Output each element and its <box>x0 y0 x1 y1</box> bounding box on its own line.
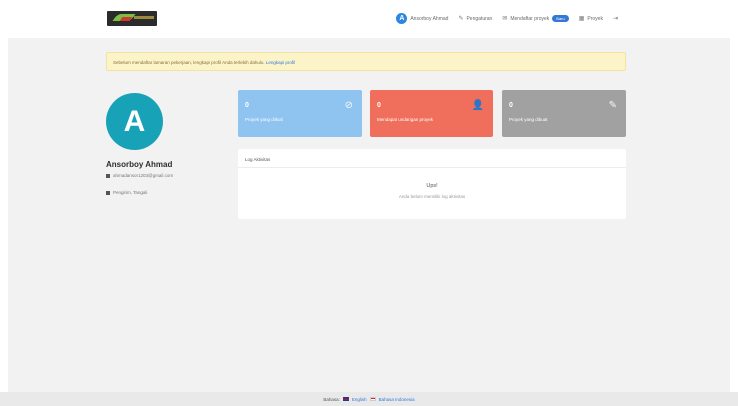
divider <box>238 167 626 168</box>
nav-profile-name: Ansorboy Ahmad <box>410 15 449 22</box>
profile-location: Pengirim, Tangali <box>113 190 148 195</box>
card-label: Proyek yang dibuat <box>509 117 548 122</box>
card-label: Mendapat undangan proyek <box>377 117 434 122</box>
activity-log-panel: Log Aktivitas Ups! Anda belum memiliki l… <box>238 149 626 219</box>
profile-email-line: ahmadansor1203@gmail.com <box>106 173 173 178</box>
activity-empty-message: Anda belum memiliki log aktivitas <box>398 194 466 199</box>
nav-avatar: A <box>396 13 408 24</box>
card-label: Proyek yang diikuti <box>245 117 283 122</box>
language-indonesia-link[interactable]: Bahasa Indonesia <box>379 397 415 402</box>
profile-email: ahmadansor1203@gmail.com <box>113 173 174 178</box>
nav-profile-link[interactable]: A Ansorboy Ahmad <box>396 13 448 24</box>
card-value: 0 <box>509 102 513 109</box>
nav-settings-label: Pengaturan <box>466 15 493 22</box>
indonesia-flag-icon <box>369 397 376 401</box>
profile-incomplete-alert: Sebelum mendaftar lamaran pekerjaan, len… <box>106 52 626 71</box>
nav-messages-label: Mendaftar proyek <box>510 15 550 22</box>
logo-wordmark <box>134 16 154 19</box>
user-add-icon: 👤 <box>471 100 484 111</box>
profile-location-line: Pengirim, Tangali <box>106 190 147 195</box>
card-projects-joined[interactable]: 0 Proyek yang diikuti ⊘ <box>238 90 362 137</box>
nav-messages-link[interactable]: ✉ Mendaftar proyek Baru <box>502 15 569 22</box>
edit-icon: ✎ <box>608 100 617 111</box>
sign-out-icon: ⇥ <box>612 16 618 22</box>
profile-name: Ansorboy Ahmad <box>106 160 173 169</box>
map-marker-icon <box>106 190 110 195</box>
alert-complete-profile-link[interactable]: Lengkapi profil <box>266 60 295 65</box>
activity-log-header: Log Aktivitas <box>245 157 271 162</box>
nav-projects-label: Proyek <box>587 15 603 22</box>
card-projects-created[interactable]: 0 Proyek yang dibuat ✎ <box>502 90 626 137</box>
card-project-invitations[interactable]: 0 Mendapat undangan proyek 👤 <box>370 90 493 137</box>
language-english-link[interactable]: English <box>352 397 367 402</box>
activity-empty-title: Ups! <box>426 183 438 189</box>
wrench-icon: ✎ <box>458 16 464 22</box>
top-navbar: A Ansorboy Ahmad ✎ Pengaturan ✉ Mendafta… <box>0 0 738 38</box>
nav-projects-link[interactable]: ▦ Proyek <box>578 15 603 23</box>
alert-text: Sebelum mendaftar lamaran pekerjaan, len… <box>113 60 265 65</box>
navbar-menu: A Ansorboy Ahmad ✎ Pengaturan ✉ Mendafta… <box>396 13 618 24</box>
nav-logout-link[interactable]: ⇥ <box>613 15 618 22</box>
nav-settings-link[interactable]: ✎ Pengaturan <box>458 15 493 23</box>
check-circle-icon: ⊘ <box>344 100 353 111</box>
envelope-icon <box>106 173 110 178</box>
card-value: 0 <box>245 102 249 109</box>
site-logo[interactable] <box>107 11 157 26</box>
logo-leaf-red <box>119 17 133 21</box>
uk-flag-icon <box>342 397 349 401</box>
card-value: 0 <box>377 102 381 109</box>
profile-avatar: A <box>106 93 163 150</box>
grid-icon: ▦ <box>578 16 585 22</box>
nav-messages-badge: Baru <box>552 15 569 22</box>
footer: Bahasa: English Bahasa Indonesia <box>0 392 738 406</box>
footer-language-label: Bahasa: <box>323 396 340 402</box>
envelope-icon: ✉ <box>502 16 508 22</box>
